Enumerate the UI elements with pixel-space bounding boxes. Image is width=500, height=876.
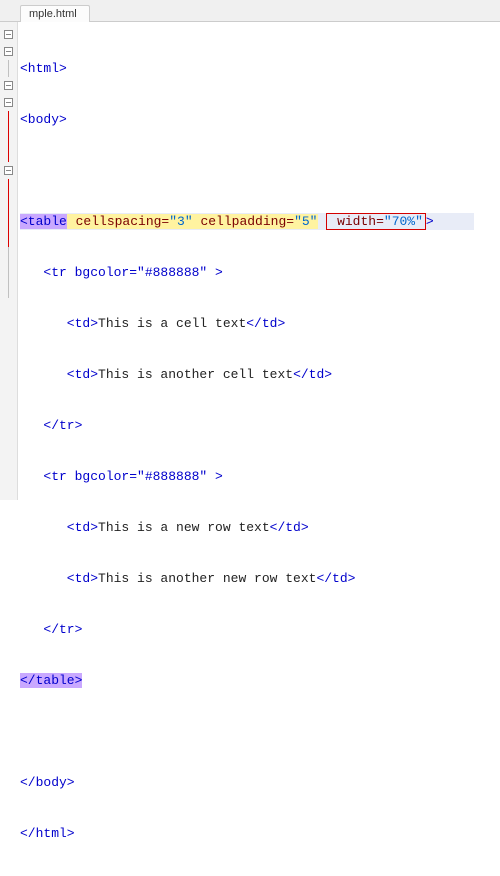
code-line: <td>This is a cell text</td>: [20, 315, 500, 332]
code-line: <td>This is a new row text</td>: [20, 519, 500, 536]
fold-toggle[interactable]: [0, 26, 17, 43]
fold-guide: [0, 179, 17, 196]
code-area[interactable]: <html> <body> <table cellspacing="3" cel…: [18, 22, 500, 500]
fold-guide: [0, 128, 17, 145]
code-line: <body>: [20, 111, 500, 128]
fold-guide: [0, 264, 17, 281]
fold-toggle[interactable]: [0, 77, 17, 94]
code-line: <tr bgcolor="#888888" >: [20, 468, 500, 485]
fold-guide: [0, 213, 17, 230]
code-line: [20, 162, 500, 179]
code-line: [20, 723, 500, 740]
code-line: </table>: [20, 672, 500, 689]
code-line: <td>This is another cell text</td>: [20, 366, 500, 383]
fold-toggle[interactable]: [0, 162, 17, 179]
fold-toggle[interactable]: [0, 43, 17, 60]
code-line: <td>This is another new row text</td>: [20, 570, 500, 587]
tab-bar: mple.html: [0, 0, 500, 22]
code-line: </tr>: [20, 417, 500, 434]
code-line: <tr bgcolor="#888888" >: [20, 264, 500, 281]
code-editor: <html> <body> <table cellspacing="3" cel…: [0, 22, 500, 500]
fold-guide: [0, 230, 17, 247]
fold-guide: [0, 60, 17, 77]
fold-guide: [0, 281, 17, 298]
fold-guide: [0, 145, 17, 162]
code-line: <html>: [20, 60, 500, 77]
fold-gutter: [0, 22, 18, 500]
code-line: </tr>: [20, 621, 500, 638]
fold-guide: [0, 196, 17, 213]
code-line: </body>: [20, 774, 500, 791]
code-line: </html>: [20, 825, 500, 842]
code-line-highlighted: <table cellspacing="3" cellpadding="5" w…: [20, 213, 500, 230]
file-tab[interactable]: mple.html: [20, 5, 90, 22]
fold-guide: [0, 111, 17, 128]
fold-toggle[interactable]: [0, 94, 17, 111]
fold-guide: [0, 247, 17, 264]
